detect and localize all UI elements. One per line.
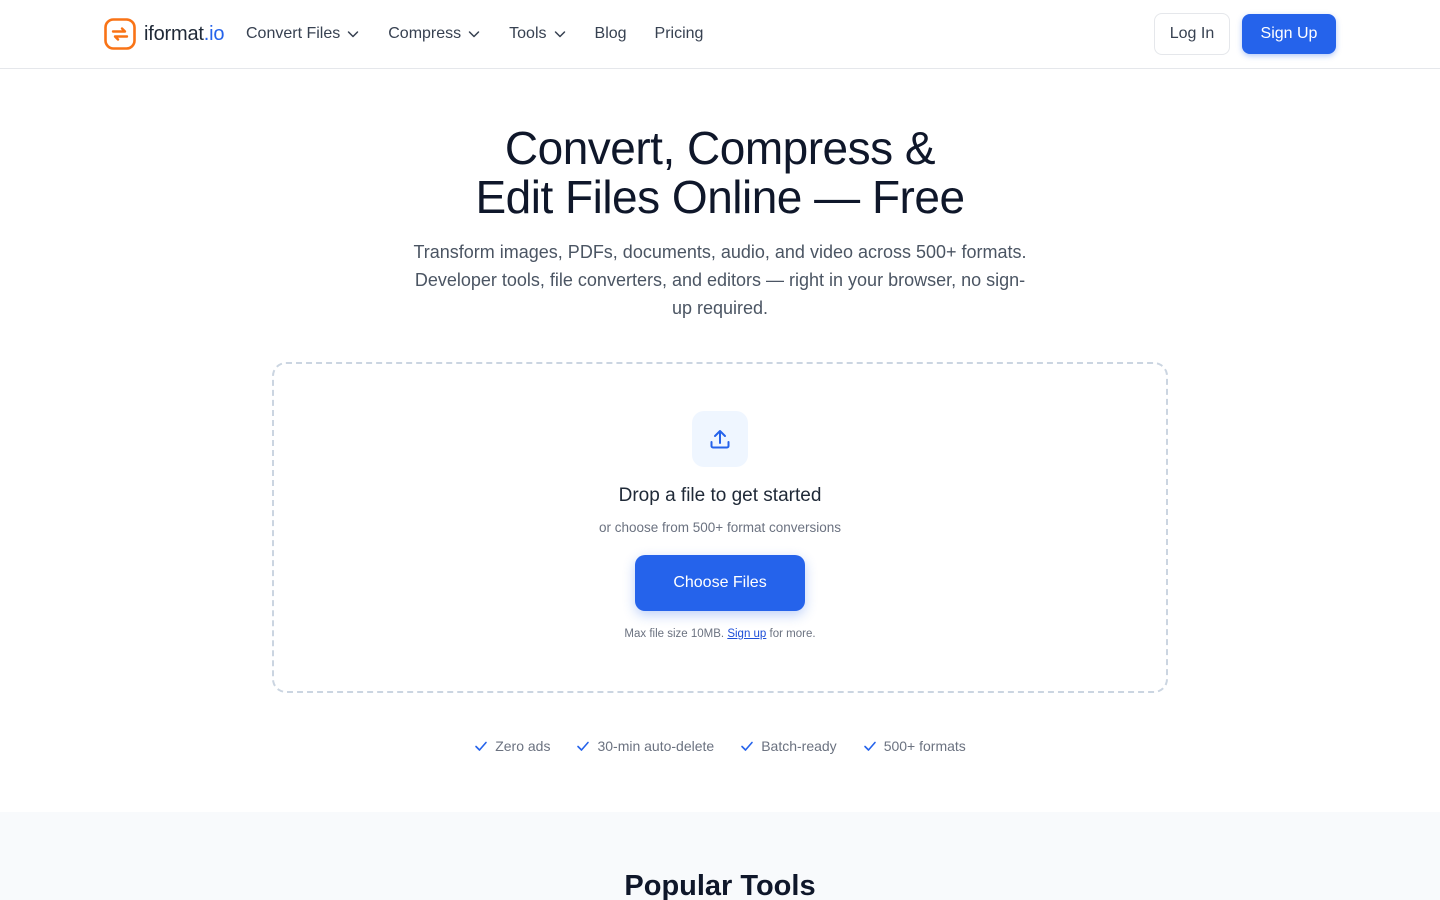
- signup-button[interactable]: Sign Up: [1242, 14, 1336, 54]
- main-nav: Convert Files Compress Tools Blog Pricin…: [246, 22, 703, 46]
- max-note-prefix: Max file size 10MB.: [624, 628, 725, 640]
- nav-blog[interactable]: Blog: [595, 22, 627, 46]
- chevron-down-icon: [348, 31, 359, 38]
- feature-label: 500+ formats: [883, 738, 966, 754]
- signup-link[interactable]: Sign up: [727, 628, 766, 640]
- nav-convert-files[interactable]: Convert Files: [246, 22, 360, 46]
- nav-label: Pricing: [654, 25, 704, 42]
- hero-title-line1: Convert, Compress &: [504, 122, 936, 174]
- brand-tld: .io: [203, 22, 225, 45]
- check-icon: [741, 741, 754, 751]
- check-icon: [475, 741, 488, 751]
- popular-tools-title: Popular Tools: [624, 870, 816, 900]
- dropzone-title: Drop a file to get started: [618, 485, 822, 506]
- brand-name: iformat.io: [144, 23, 224, 46]
- check-icon: [863, 741, 876, 751]
- nav-label: Tools: [509, 25, 547, 42]
- chevron-down-icon: [468, 31, 480, 38]
- nav-pricing[interactable]: Pricing: [655, 22, 704, 46]
- logo-icon: [104, 18, 136, 50]
- feature-item: Batch-ready: [740, 738, 837, 754]
- feature-list: Zero ads 30-min auto-delete Batch-ready …: [0, 738, 1440, 754]
- choose-files-button[interactable]: Choose Files: [635, 555, 805, 611]
- chevron-down-icon: [554, 31, 565, 38]
- dropzone-subtitle: or choose from 500+ format conversions: [599, 520, 841, 535]
- check-icon: [577, 741, 590, 751]
- site-header: iformat.io Convert Files Compress Tools …: [0, 0, 1440, 69]
- feature-label: 30-min auto-delete: [597, 738, 715, 754]
- feature-label: Batch-ready: [761, 738, 837, 754]
- login-button[interactable]: Log In: [1154, 13, 1230, 55]
- brand-name-text: iformat: [144, 22, 204, 45]
- feature-label: Zero ads: [495, 738, 551, 754]
- brand-logo[interactable]: iformat.io: [104, 18, 224, 50]
- nav-label: Convert Files: [246, 25, 341, 42]
- feature-item: 500+ formats: [863, 738, 966, 754]
- max-note-suffix: for more.: [769, 628, 816, 640]
- hero-title-line2: Edit Files Online — Free: [475, 171, 965, 223]
- max-file-size-note: Max file size 10MB. Sign up for more.: [0, 628, 1440, 640]
- nav-compress[interactable]: Compress: [388, 22, 481, 46]
- hero-subtitle: Transform images, PDFs, documents, audio…: [413, 242, 1027, 318]
- nav-label: Blog: [594, 25, 627, 42]
- hero-title: Convert, Compress & Edit Files Online — …: [0, 124, 1440, 222]
- nav-label: Compress: [388, 25, 462, 42]
- feature-item: 30-min auto-delete: [576, 738, 714, 754]
- nav-tools[interactable]: Tools: [509, 22, 566, 46]
- upload-icon-container: [692, 411, 748, 467]
- upload-icon: [710, 430, 730, 449]
- feature-item: Zero ads: [474, 738, 550, 754]
